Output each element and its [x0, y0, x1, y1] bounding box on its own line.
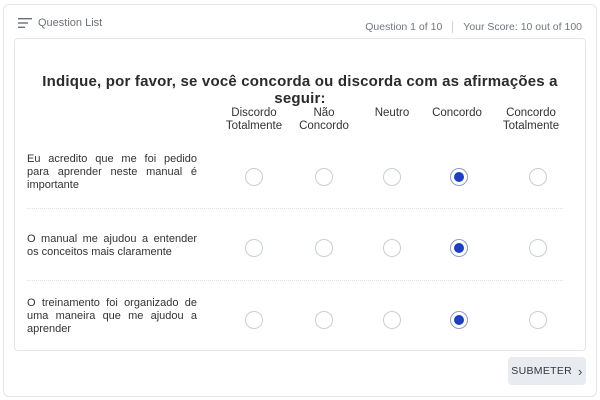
- radio-option[interactable]: [383, 311, 401, 329]
- survey-card: Indique, por favor, se você concorda ou …: [14, 38, 586, 351]
- statement-text: O treinamento foi organizado de uma mane…: [27, 297, 197, 335]
- chevron-right-icon: ›: [578, 363, 583, 379]
- radio-option[interactable]: [383, 239, 401, 257]
- question-list-button[interactable]: Question List: [18, 17, 102, 29]
- survey-question: Indique, por favor, se você concorda ou …: [42, 73, 558, 107]
- statement-text: Eu acredito que me foi pedido para apren…: [27, 153, 197, 191]
- radio-option[interactable]: [245, 311, 263, 329]
- question-progress: Question 1 of 10: [365, 21, 443, 33]
- score-text: Your Score: 10 out of 100: [463, 21, 582, 33]
- column-header: Concordo: [432, 107, 482, 119]
- column-header: Discordo Totalmente: [225, 107, 283, 132]
- radio-option[interactable]: [529, 239, 547, 257]
- row-divider: [27, 208, 563, 209]
- meta-divider: [452, 21, 454, 33]
- radio-option[interactable]: [245, 168, 263, 186]
- submit-label: SUBMETER: [511, 365, 573, 377]
- radio-option[interactable]: [529, 311, 547, 329]
- radio-option[interactable]: [383, 168, 401, 186]
- radio-option[interactable]: [315, 168, 333, 186]
- row-divider: [27, 280, 563, 281]
- statement-text: O manual me ajudou a entender os conceit…: [27, 233, 197, 258]
- quiz-meta: Question 1 of 10 Your Score: 10 out of 1…: [365, 21, 582, 33]
- radio-option[interactable]: [529, 168, 547, 186]
- radio-option[interactable]: [315, 311, 333, 329]
- submit-button[interactable]: SUBMETER ›: [508, 357, 586, 385]
- radio-option-selected[interactable]: [450, 239, 468, 257]
- radio-option-selected[interactable]: [450, 311, 468, 329]
- radio-option[interactable]: [315, 239, 333, 257]
- column-header: Concordo Totalmente: [502, 107, 560, 132]
- question-list-label: Question List: [38, 17, 103, 29]
- radio-option-selected[interactable]: [450, 168, 468, 186]
- list-icon: [18, 18, 32, 28]
- radio-option[interactable]: [245, 239, 263, 257]
- top-bar: Question List Question 1 of 10 Your Scor…: [18, 13, 582, 39]
